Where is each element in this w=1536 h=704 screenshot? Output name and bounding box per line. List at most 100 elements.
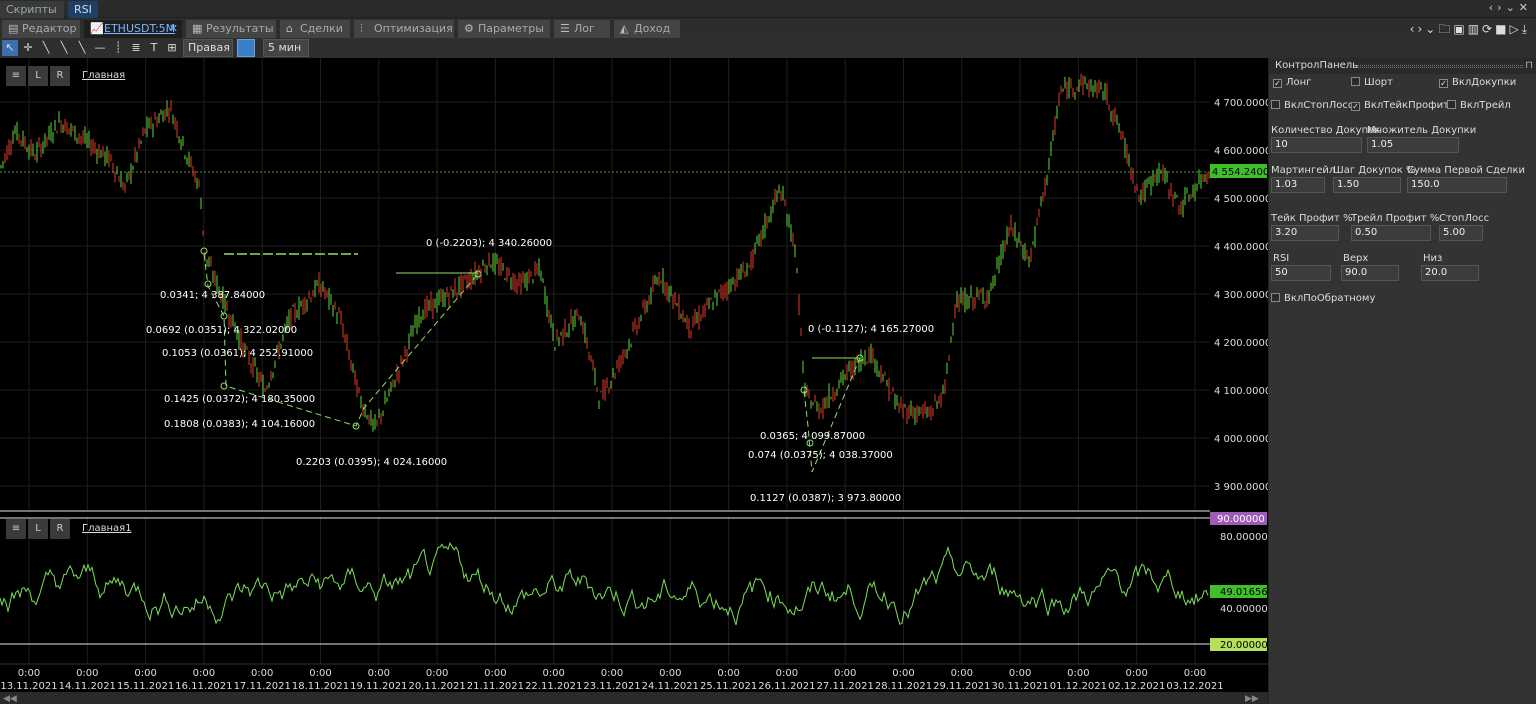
- label-tool-icon[interactable]: ⊞: [164, 40, 180, 56]
- vertical-line-icon[interactable]: ┊: [110, 40, 126, 56]
- stoploss-on-check: [1271, 100, 1280, 109]
- left-axis-button[interactable]: L: [28, 519, 48, 539]
- date-tick-label: 13.11.2021: [0, 681, 57, 692]
- module-actions: ‹›⌄🗀▣▥⟳■▷⤓: [1410, 20, 1530, 36]
- close-tab-icon[interactable]: ✕: [169, 20, 178, 38]
- grid-icon: ▦: [192, 22, 203, 35]
- time-tick-label: 0:00: [1009, 668, 1031, 679]
- crosshair-tool-icon[interactable]: ✛: [20, 40, 36, 56]
- add-mult-input[interactable]: 1.05: [1367, 137, 1459, 153]
- play-icon[interactable]: ▷: [1509, 22, 1521, 36]
- chart-canvas[interactable]: 0.0341; 4 387.84000 0.0692 (0.0351); 4 32…: [0, 58, 1268, 704]
- rsi-line: [0, 542, 1209, 626]
- list-icon[interactable]: ≡: [6, 66, 26, 86]
- upper-label: Верх: [1343, 253, 1369, 264]
- time-tick-label: 0:00: [134, 668, 156, 679]
- horizontal-scrollbar[interactable]: [0, 692, 1268, 704]
- sliders-icon: ⫶: [360, 22, 363, 35]
- long-checkbox[interactable]: ✓ Лонг: [1273, 76, 1311, 90]
- folder-icon[interactable]: 🗀: [1438, 22, 1453, 36]
- delete-icon[interactable]: ▥: [1468, 22, 1482, 36]
- takeprofit-on-checkbox[interactable]: ✓ ВклТейкПрофит: [1351, 99, 1449, 113]
- stoploss-on-checkbox[interactable]: ВклСтопЛосс: [1271, 99, 1353, 113]
- channel-tool-icon[interactable]: ≣: [128, 40, 144, 56]
- cursor-tool-icon[interactable]: ↖: [2, 40, 18, 56]
- tab-editor[interactable]: ▤ Редактор: [2, 20, 80, 38]
- time-tick-label: 0:00: [892, 668, 914, 679]
- text-tool-icon[interactable]: T: [146, 40, 162, 56]
- timeframe-select[interactable]: 5 мин ▾: [263, 39, 309, 70]
- download-icon[interactable]: ⤓: [1522, 22, 1530, 36]
- left-axis-button[interactable]: L: [28, 66, 48, 86]
- horizontal-line-icon[interactable]: —: [92, 40, 108, 56]
- time-tick-label: 0:00: [426, 668, 448, 679]
- right-axis-button[interactable]: R: [50, 66, 70, 86]
- chart-area[interactable]: 0.0341; 4 387.84000 0.0692 (0.0351); 4 32…: [0, 58, 1268, 704]
- time-axis: 0:00 13.11.2021 0:00 14.11.2021 0:00 15.11.20…: [0, 668, 1223, 692]
- right-axis-button[interactable]: R: [50, 519, 70, 539]
- price-tick-label: 4 600.00000: [1214, 146, 1268, 157]
- add-count-input[interactable]: 10: [1271, 137, 1362, 153]
- time-tick-label: 0:00: [601, 668, 623, 679]
- rsi-pane-title[interactable]: Главная1: [82, 523, 132, 534]
- sl-input[interactable]: 5.00: [1439, 225, 1483, 241]
- price-tick-label: 4 500.00000: [1214, 194, 1268, 205]
- add-on-checkbox[interactable]: ✓ ВклДокупки: [1439, 76, 1516, 90]
- tab-parameters[interactable]: ⚙ Параметры: [458, 20, 550, 38]
- scroll-right-icon[interactable]: ▶▶: [1245, 694, 1259, 704]
- list-icon[interactable]: ≡: [6, 519, 26, 539]
- tab-trades[interactable]: ⌂ Сделки: [280, 20, 350, 38]
- time-tick-label: 0:00: [659, 668, 681, 679]
- tab-optimization[interactable]: ⫶ Оптимизация: [354, 20, 454, 38]
- first-sum-input[interactable]: 150.0: [1407, 177, 1507, 193]
- nav-arrows-icon[interactable]: ‹›: [1410, 22, 1426, 36]
- pin-icon[interactable]: ⊓: [1525, 58, 1533, 74]
- time-tick-label: 0:00: [76, 668, 98, 679]
- refresh-icon[interactable]: ⟳: [1482, 22, 1495, 36]
- close-icon[interactable]: ✕: [1519, 1, 1532, 14]
- rsi-upper-label: 90.00000: [1217, 514, 1265, 525]
- rsi-current-label: 49.01656: [1220, 587, 1268, 598]
- save-icon[interactable]: ▣: [1453, 22, 1467, 36]
- upper-input[interactable]: 90.0: [1341, 265, 1399, 281]
- time-tick-label: 0:00: [1067, 668, 1089, 679]
- add-step-input[interactable]: 1.50: [1333, 177, 1401, 193]
- short-checkbox[interactable]: Шорт: [1351, 76, 1393, 90]
- stop-icon[interactable]: ■: [1495, 22, 1509, 36]
- sl-label: СтопЛосс: [1439, 213, 1490, 224]
- drag-handle[interactable]: [1357, 65, 1523, 68]
- martingale-input[interactable]: 1.03: [1271, 177, 1325, 193]
- price-tick-label: 4 100.00000: [1214, 386, 1268, 397]
- line-tool-icon[interactable]: ╲: [38, 40, 54, 56]
- scroll-left-icon[interactable]: ◀◀: [3, 694, 17, 704]
- gear-icon: ⚙: [464, 22, 474, 35]
- tab-income[interactable]: ◭ Доход: [614, 20, 680, 38]
- main-pane-title[interactable]: Главная: [82, 70, 125, 81]
- annotation-label: 0.0692 (0.0351); 4 322.02000: [146, 325, 297, 336]
- lower-input[interactable]: 20.0: [1421, 265, 1479, 281]
- tp-input[interactable]: 3.20: [1271, 225, 1339, 241]
- tab-log[interactable]: ☰ Лог: [554, 20, 610, 38]
- reverse-checkbox[interactable]: ВклПоОбратному: [1271, 292, 1375, 306]
- tab-scripts[interactable]: Скрипты: [0, 1, 64, 18]
- add-count-label: Количество Докупок: [1271, 125, 1381, 136]
- date-tick-label: 24.11.2021: [642, 681, 699, 692]
- date-tick-label: 28.11.2021: [875, 681, 932, 692]
- trail-on-checkbox[interactable]: ВклТрейл: [1447, 99, 1511, 113]
- date-tick-label: 20.11.2021: [408, 681, 465, 692]
- rsi-pane-buttons: ≡ L R: [6, 519, 72, 539]
- annotation-label: 0.1808 (0.0383); 4 104.16000: [164, 419, 315, 430]
- tab-rsi[interactable]: RSI: [68, 1, 98, 18]
- annotation-label: 0.074 (0.0375); 4 038.37000: [748, 450, 893, 461]
- chevron-down-icon[interactable]: ⌄: [1506, 1, 1519, 14]
- nav-up-icon[interactable]: ‹›: [1489, 1, 1506, 14]
- tab-ethusdt[interactable]: 📈ETHUSDT:5M ✕: [84, 20, 182, 38]
- rsi-input[interactable]: 50: [1271, 265, 1331, 281]
- axis-side-select[interactable]: Правая ▾: [183, 39, 233, 70]
- segment-tool-icon[interactable]: ╲: [74, 40, 90, 56]
- trail-input[interactable]: 0.50: [1351, 225, 1431, 241]
- ray-tool-icon[interactable]: ╲: [56, 40, 72, 56]
- color-swatch[interactable]: [237, 39, 255, 57]
- dropdown-icon[interactable]: ⌄: [1425, 22, 1438, 36]
- tab-results[interactable]: ▦ Результаты: [186, 20, 276, 38]
